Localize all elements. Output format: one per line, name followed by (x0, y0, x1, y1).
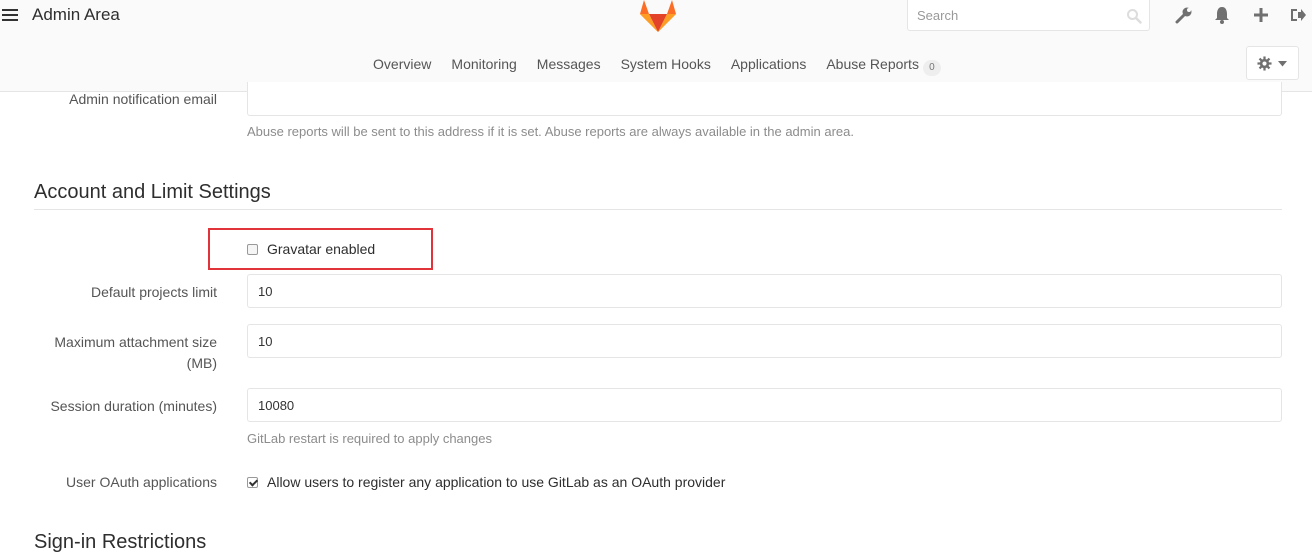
tab-overview[interactable]: Overview (373, 49, 431, 79)
tab-applications[interactable]: Applications (731, 49, 807, 79)
hamburger-menu-icon[interactable] (2, 9, 18, 23)
user-oauth-option-label: Allow users to register any application … (267, 474, 726, 490)
sign-in-restrictions-heading: Sign-in Restrictions (34, 531, 207, 553)
settings-dropdown-button[interactable] (1246, 46, 1299, 80)
user-oauth-applications-label: User OAuth applications (66, 474, 217, 490)
default-projects-limit-input[interactable] (247, 274, 1282, 308)
user-oauth-option[interactable]: Allow users to register any application … (247, 474, 725, 490)
session-duration-label: Session duration (minutes) (50, 398, 217, 414)
highlight-box (208, 228, 433, 270)
search-input[interactable] (907, 0, 1150, 31)
session-duration-help: GitLab restart is required to apply chan… (247, 431, 492, 446)
wrench-icon[interactable] (1175, 6, 1193, 24)
sign-out-icon[interactable] (1289, 6, 1307, 24)
max-attachment-size-input[interactable] (247, 324, 1282, 358)
tab-messages[interactable]: Messages (537, 49, 601, 79)
plus-icon[interactable] (1252, 6, 1270, 24)
search-icon (1127, 9, 1142, 24)
tab-system-hooks[interactable]: System Hooks (621, 49, 711, 79)
max-attachment-size-label-line2: (MB) (186, 355, 217, 371)
gear-icon (1257, 56, 1272, 71)
tab-abuse-reports-label: Abuse Reports (826, 56, 919, 72)
account-limit-settings-heading: Account and Limit Settings (34, 181, 271, 203)
bell-icon[interactable] (1213, 6, 1231, 24)
caret-down-icon (1278, 61, 1287, 67)
max-attachment-size-label-line1: Maximum attachment size (54, 334, 217, 350)
user-oauth-checkbox[interactable] (247, 476, 258, 488)
max-attachment-size-label: Maximum attachment size (MB) (0, 332, 217, 374)
tab-abuse-reports[interactable]: Abuse Reports 0 (826, 49, 941, 79)
admin-nav: Overview Monitoring Messages System Hook… (0, 49, 1312, 79)
abuse-reports-count-badge: 0 (922, 60, 941, 76)
default-projects-limit-label: Default projects limit (90, 284, 217, 300)
tab-monitoring[interactable]: Monitoring (451, 49, 516, 79)
gitlab-logo-icon[interactable] (640, 0, 676, 32)
page-title: Admin Area (32, 5, 120, 24)
admin-notification-email-input[interactable] (247, 82, 1282, 116)
admin-notification-email-help: Abuse reports will be sent to this addre… (247, 124, 854, 139)
section-divider (34, 209, 1282, 210)
top-header: Admin Area Overview Monitoring Messages … (0, 0, 1312, 92)
session-duration-input[interactable] (247, 388, 1282, 422)
admin-notification-email-label: Admin notification email (69, 91, 217, 107)
